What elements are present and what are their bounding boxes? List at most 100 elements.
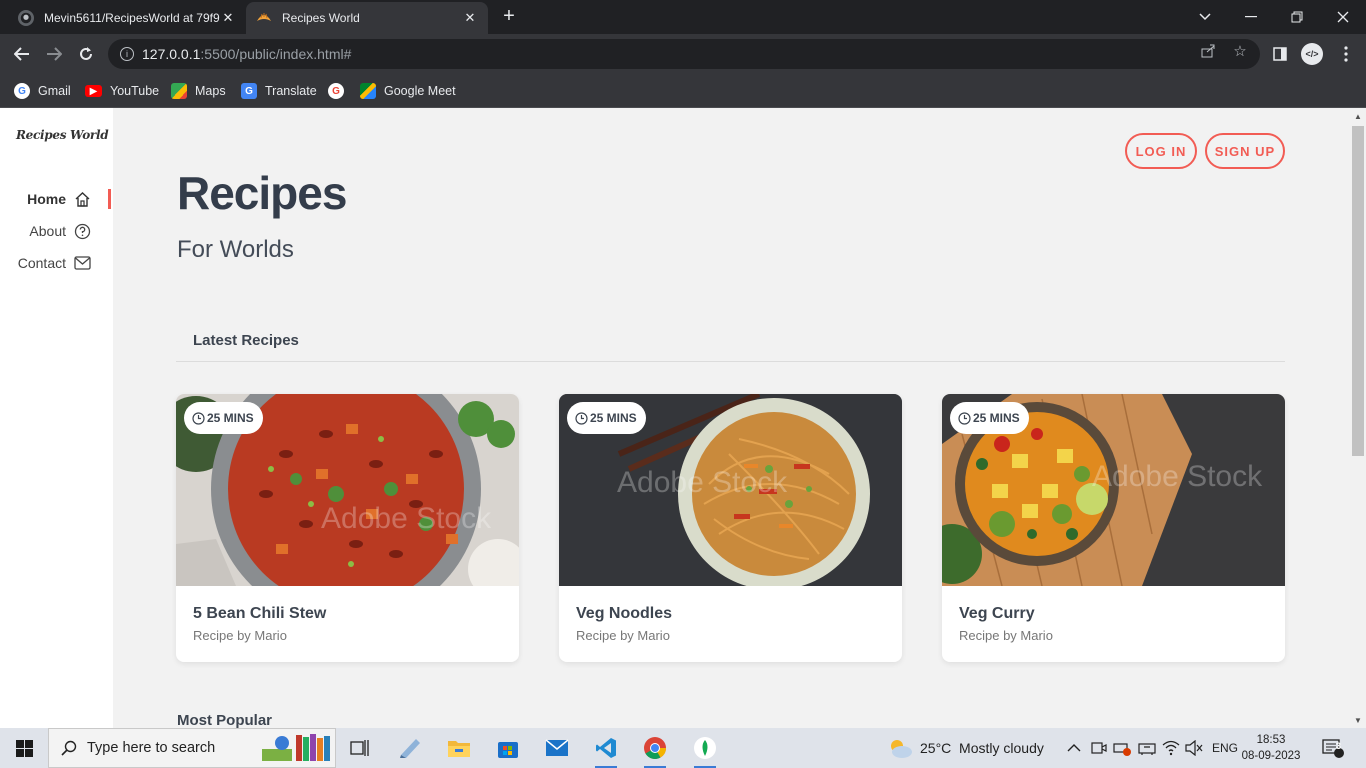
language-indicator[interactable]: ENG xyxy=(1212,728,1238,768)
page-title: Recipes xyxy=(177,167,347,219)
web-page: Recipes World Home About Contact LOG IN … xyxy=(0,108,1350,728)
address-bar[interactable]: i 127.0.0.1:5500/public/index.html# xyxy=(108,39,1260,69)
recipe-author: Recipe by Mario xyxy=(576,628,670,643)
home-icon xyxy=(74,191,91,208)
side-panel-icon[interactable] xyxy=(1270,44,1290,64)
recipe-card[interactable]: Adobe Stock 25 MINS 5 Bean Chili Stew Re… xyxy=(176,394,519,662)
search-highlight-icon[interactable] xyxy=(262,732,334,762)
close-window-button[interactable] xyxy=(1320,0,1366,34)
windows-taskbar: Type here to search 25°C Mostly cloudy E… xyxy=(0,728,1366,768)
back-button[interactable] xyxy=(10,42,34,66)
clock-icon xyxy=(958,411,971,425)
clock-icon xyxy=(192,411,205,425)
task-view-icon[interactable] xyxy=(345,733,375,763)
restore-button[interactable] xyxy=(1274,0,1320,34)
file-explorer-icon[interactable] xyxy=(444,733,474,763)
section-divider xyxy=(176,361,1285,362)
recipe-title[interactable]: Veg Curry xyxy=(959,605,1035,623)
tab-search-icon[interactable] xyxy=(1182,0,1228,34)
notification-count: 3 xyxy=(1336,741,1342,751)
system-clock[interactable]: 18:53 08-09-2023 xyxy=(1240,732,1302,764)
minimize-button[interactable] xyxy=(1228,0,1274,34)
network-icon[interactable] xyxy=(1137,728,1157,768)
new-tab-button[interactable]: + xyxy=(498,5,520,27)
site-logo[interactable]: Recipes World xyxy=(16,128,109,142)
bookmark-youtube[interactable]: ▶ YouTube xyxy=(85,82,159,100)
scroll-up-arrow[interactable]: ▲ xyxy=(1350,108,1366,124)
recipe-author: Recipe by Mario xyxy=(959,628,1053,643)
bookmark-gmail[interactable]: G Gmail xyxy=(14,82,71,100)
mail-icon[interactable] xyxy=(542,733,572,763)
browser-tabstrip: Mevin5611/RecipesWorld at 79f9 ✕ Recipes… xyxy=(0,0,1366,34)
recipe-card[interactable]: Adobe Stock 25 MINS Veg Curry Recipe by … xyxy=(942,394,1285,662)
bookmark-star-icon[interactable]: ☆ xyxy=(1231,42,1249,60)
nav-about[interactable]: About xyxy=(0,221,113,241)
volume-muted-icon[interactable] xyxy=(1185,728,1203,768)
bookmark-maps[interactable]: Maps xyxy=(171,82,226,100)
signup-button[interactable]: SIGN UP xyxy=(1205,133,1285,169)
battery-warning-icon[interactable] xyxy=(1113,728,1133,768)
forward-button[interactable] xyxy=(42,42,66,66)
weather-widget[interactable]: 25°C Mostly cloudy xyxy=(886,728,1044,768)
site-info-icon[interactable]: i xyxy=(120,47,134,61)
google-icon: G xyxy=(14,83,30,99)
bookmark-translate[interactable]: G Translate xyxy=(241,82,317,100)
start-button[interactable] xyxy=(0,728,48,768)
time-badge: 25 MINS xyxy=(567,402,646,434)
watermark-text: Adobe Stock xyxy=(321,502,492,535)
microsoft-store-icon[interactable] xyxy=(493,733,523,763)
tab-recipes-world[interactable]: Recipes World ✕ xyxy=(246,2,488,34)
meet-now-icon[interactable] xyxy=(1091,728,1107,768)
mongodb-icon[interactable] xyxy=(690,733,720,768)
login-button[interactable]: LOG IN xyxy=(1125,133,1197,169)
share-icon[interactable] xyxy=(1199,42,1217,60)
menu-icon[interactable] xyxy=(1336,44,1356,64)
latest-recipes-heading: Latest Recipes xyxy=(193,332,299,349)
recipe-author: Recipe by Mario xyxy=(193,628,287,643)
cloudy-weather-icon xyxy=(891,740,912,758)
time-badge: 25 MINS xyxy=(184,402,263,434)
chrome-icon[interactable] xyxy=(640,733,670,768)
close-tab-icon[interactable]: ✕ xyxy=(220,10,236,26)
scroll-thumb[interactable] xyxy=(1352,126,1364,456)
croissant-icon xyxy=(256,10,272,26)
recipe-title[interactable]: 5 Bean Chili Stew xyxy=(193,605,326,623)
sidebar: Recipes World Home About Contact xyxy=(0,108,113,728)
nav-home[interactable]: Home xyxy=(0,189,113,209)
main-content: LOG IN SIGN UP Recipes For Worlds Latest… xyxy=(113,108,1350,728)
windows-icon xyxy=(15,739,33,757)
url-text: 127.0.0.1:5500/public/index.html# xyxy=(142,46,352,62)
show-hidden-icons[interactable] xyxy=(1067,728,1081,768)
recipe-title[interactable]: Veg Noodles xyxy=(576,605,672,623)
tab-title: Mevin5611/RecipesWorld at 79f9 xyxy=(44,11,220,25)
question-circle-icon xyxy=(74,223,91,240)
extension-icon[interactable]: </> xyxy=(1301,43,1323,65)
reload-button[interactable] xyxy=(74,42,98,66)
envelope-icon xyxy=(74,255,91,272)
file-note-icon[interactable] xyxy=(395,733,425,763)
notification-center-icon[interactable]: 3 xyxy=(1322,728,1344,768)
translate-icon: G xyxy=(241,83,257,99)
browser-toolbar: i 127.0.0.1:5500/public/index.html# ☆ </… xyxy=(0,34,1366,74)
maps-icon xyxy=(171,83,187,99)
nav-contact[interactable]: Contact xyxy=(0,253,113,273)
scroll-down-arrow[interactable]: ▼ xyxy=(1350,712,1366,728)
close-tab-icon[interactable]: ✕ xyxy=(462,10,478,26)
page-subtitle: For Worlds xyxy=(177,236,294,263)
watermark-text: Adobe Stock xyxy=(617,466,788,499)
time-badge: 25 MINS xyxy=(950,402,1029,434)
clock-icon xyxy=(575,411,588,425)
watermark-text: Adobe Stock xyxy=(1092,460,1263,493)
vscode-icon[interactable] xyxy=(591,733,621,768)
page-scrollbar[interactable]: ▲ ▼ xyxy=(1350,108,1366,728)
search-icon xyxy=(61,740,77,756)
recipe-card[interactable]: Adobe Stock 25 MINS Veg Noodles Recipe b… xyxy=(559,394,902,662)
tab-github[interactable]: Mevin5611/RecipesWorld at 79f9 ✕ xyxy=(8,2,246,34)
bookmarks-bar: G Gmail ▶ YouTube Maps G Translate G Goo… xyxy=(0,74,1366,108)
bookmark-google[interactable]: G xyxy=(328,82,352,100)
meet-icon xyxy=(360,83,376,99)
wifi-icon[interactable] xyxy=(1162,728,1180,768)
bookmark-google-meet[interactable]: Google Meet xyxy=(360,82,456,100)
youtube-icon: ▶ xyxy=(85,85,102,97)
tab-title: Recipes World xyxy=(282,11,360,25)
